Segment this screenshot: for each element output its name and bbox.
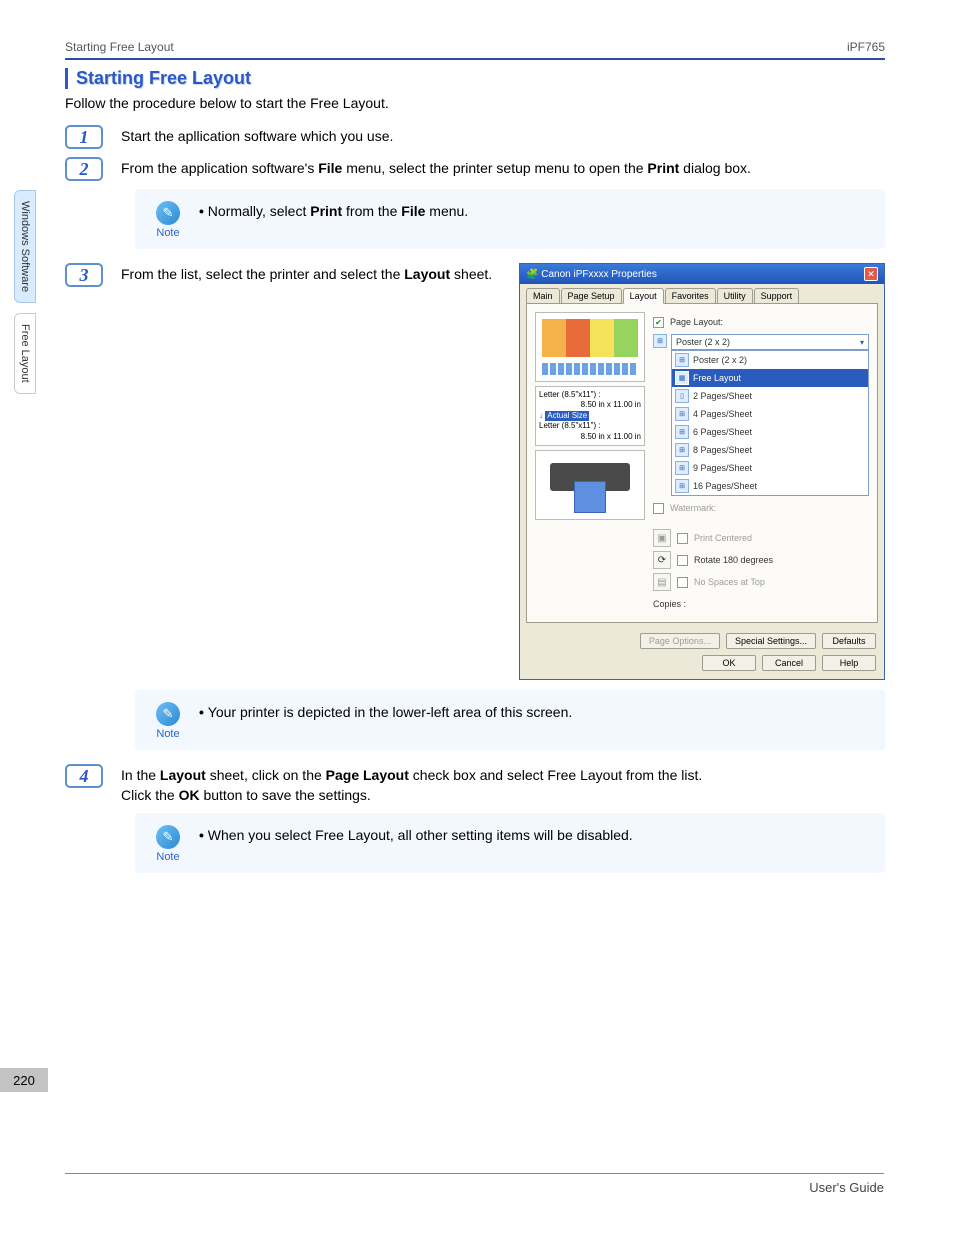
step-4-text: In the Layout sheet, click on the Page L… <box>121 764 885 805</box>
copies-row: Copies : <box>653 594 869 614</box>
copies-label: Copies : <box>653 599 686 609</box>
note-3-text: • When you select Free Layout, all other… <box>199 825 869 846</box>
dialog-title-text: 🧩 Canon iPFxxxx Properties <box>526 269 657 280</box>
note-icon: ✎ <box>156 825 180 849</box>
rotate-label: Rotate 180 degrees <box>694 555 773 565</box>
dialog-controls: ✔ Page Layout: ⊞ Poster (2 x 2) ▾ <box>653 312 869 614</box>
rotate-row: ⟳ Rotate 180 degrees <box>653 550 869 570</box>
note-icon: ✎ <box>156 702 180 726</box>
page-content: Starting Free Layout iPF765 Starting Fre… <box>65 40 885 887</box>
print-centered-label: Print Centered <box>694 533 752 543</box>
print-centered-icon: ▣ <box>653 529 671 547</box>
preview-thumbnail <box>535 312 645 382</box>
page-layout-dropdown-list: ⊞Poster (2 x 2) ▦Free Layout ▯2 Pages/Sh… <box>671 350 869 496</box>
page-options-button[interactable]: Page Options... <box>640 633 720 649</box>
header-rule <box>65 58 885 60</box>
dialog-tabs: Main Page Setup Layout Favorites Utility… <box>520 284 884 303</box>
defaults-button[interactable]: Defaults <box>822 633 876 649</box>
rotate-icon: ⟳ <box>653 551 671 569</box>
help-button[interactable]: Help <box>822 655 876 671</box>
note-box-3: ✎ Note • When you select Free Layout, al… <box>135 813 885 873</box>
dialog-preview-column: Letter (8.5"x11") : 8.50 in x 11.00 in ↓… <box>535 312 645 614</box>
no-spaces-checkbox[interactable] <box>677 577 688 588</box>
preview-printer-image <box>535 450 645 520</box>
note-label: Note <box>156 227 179 239</box>
dialog-titlebar: 🧩 Canon iPFxxxx Properties ✕ <box>520 264 884 284</box>
header-left: Starting Free Layout <box>65 40 174 54</box>
note-icon: ✎ <box>156 201 180 225</box>
ok-button[interactable]: OK <box>702 655 756 671</box>
page-layout-label: Page Layout: <box>670 317 723 327</box>
step-2-text: From the application software's File men… <box>121 157 885 179</box>
preview-paper-info: Letter (8.5"x11") : 8.50 in x 11.00 in ↓… <box>535 386 645 446</box>
note-2-text: • Your printer is depicted in the lower-… <box>199 702 869 723</box>
page-number: 220 <box>0 1068 48 1092</box>
step-1-text: Start the apllication software which you… <box>121 125 885 147</box>
dialog-body: Letter (8.5"x11") : 8.50 in x 11.00 in ↓… <box>526 303 878 623</box>
tab-page-setup[interactable]: Page Setup <box>561 288 622 303</box>
step-2-number: 2 <box>65 157 103 181</box>
header-right-model: iPF765 <box>847 40 885 54</box>
page-layout-checkbox[interactable]: ✔ <box>653 317 664 328</box>
tab-favorites[interactable]: Favorites <box>665 288 716 303</box>
section-title: Starting Free Layout <box>65 68 885 89</box>
step-4-number: 4 <box>65 764 103 788</box>
dd-item-2-pages[interactable]: ▯2 Pages/Sheet <box>672 387 868 405</box>
chevron-down-icon: ▾ <box>860 338 864 347</box>
note-label: Note <box>156 851 179 863</box>
side-tab-windows-software[interactable]: Windows Software <box>14 190 36 303</box>
dialog-buttons-row-1: Page Options... Special Settings... Defa… <box>520 629 884 651</box>
poster-icon: ⊞ <box>653 334 667 348</box>
printer-properties-dialog: 🧩 Canon iPFxxxx Properties ✕ Main Page S… <box>519 263 885 680</box>
step-3-number: 3 <box>65 263 103 287</box>
page-layout-row: ✔ Page Layout: <box>653 312 869 332</box>
close-icon[interactable]: ✕ <box>864 267 878 281</box>
watermark-label: Watermark: <box>670 503 716 513</box>
tab-utility[interactable]: Utility <box>717 288 753 303</box>
dd-item-9-pages[interactable]: ⊞9 Pages/Sheet <box>672 459 868 477</box>
tab-main[interactable]: Main <box>526 288 560 303</box>
step-3: 3 From the list, select the printer and … <box>65 263 505 287</box>
step-3-text: From the list, select the printer and se… <box>121 263 505 285</box>
dialog-buttons-row-2: OK Cancel Help <box>520 651 884 679</box>
special-settings-button[interactable]: Special Settings... <box>726 633 816 649</box>
watermark-checkbox[interactable] <box>653 503 664 514</box>
dd-item-free-layout[interactable]: ▦Free Layout <box>672 369 868 387</box>
dd-item-8-pages[interactable]: ⊞8 Pages/Sheet <box>672 441 868 459</box>
step-3-row: 3 From the list, select the printer and … <box>65 263 885 680</box>
page-layout-dropdown-row: ⊞ Poster (2 x 2) ▾ ⊞Poster (2 x 2) ▦Free <box>653 334 869 496</box>
dd-item-6-pages[interactable]: ⊞6 Pages/Sheet <box>672 423 868 441</box>
print-centered-checkbox[interactable] <box>677 533 688 544</box>
footer-text: User's Guide <box>65 1173 884 1195</box>
no-spaces-label: No Spaces at Top <box>694 577 765 587</box>
no-spaces-icon: ▤ <box>653 573 671 591</box>
note-label: Note <box>156 728 179 740</box>
tab-layout[interactable]: Layout <box>623 288 664 304</box>
side-tab-free-layout[interactable]: Free Layout <box>14 313 36 394</box>
print-centered-row: ▣ Print Centered <box>653 528 869 548</box>
step-1: 1 Start the apllication software which y… <box>65 125 885 149</box>
page-layout-dropdown[interactable]: Poster (2 x 2) ▾ <box>671 334 869 350</box>
dd-item-poster-2x2[interactable]: ⊞Poster (2 x 2) <box>672 351 868 369</box>
step-2: 2 From the application software's File m… <box>65 157 885 181</box>
step-1-number: 1 <box>65 125 103 149</box>
cancel-button[interactable]: Cancel <box>762 655 816 671</box>
note-1-text: • Normally, select Print from the File m… <box>199 201 869 222</box>
no-spaces-row: ▤ No Spaces at Top <box>653 572 869 592</box>
watermark-row: Watermark: <box>653 498 869 518</box>
tab-support[interactable]: Support <box>754 288 800 303</box>
note-box-2: ✎ Note • Your printer is depicted in the… <box>135 690 885 750</box>
intro-text: Follow the procedure below to start the … <box>65 95 885 111</box>
side-tabs: Windows Software Free Layout <box>14 190 54 404</box>
note-box-1: ✎ Note • Normally, select Print from the… <box>135 189 885 249</box>
dd-item-16-pages[interactable]: ⊞16 Pages/Sheet <box>672 477 868 495</box>
step-4: 4 In the Layout sheet, click on the Page… <box>65 764 885 805</box>
dd-item-4-pages[interactable]: ⊞4 Pages/Sheet <box>672 405 868 423</box>
page-header: Starting Free Layout iPF765 <box>65 40 885 54</box>
note-icon-wrap: ✎ Note <box>151 825 185 863</box>
note-icon-wrap: ✎ Note <box>151 702 185 740</box>
rotate-checkbox[interactable] <box>677 555 688 566</box>
note-icon-wrap: ✎ Note <box>151 201 185 239</box>
